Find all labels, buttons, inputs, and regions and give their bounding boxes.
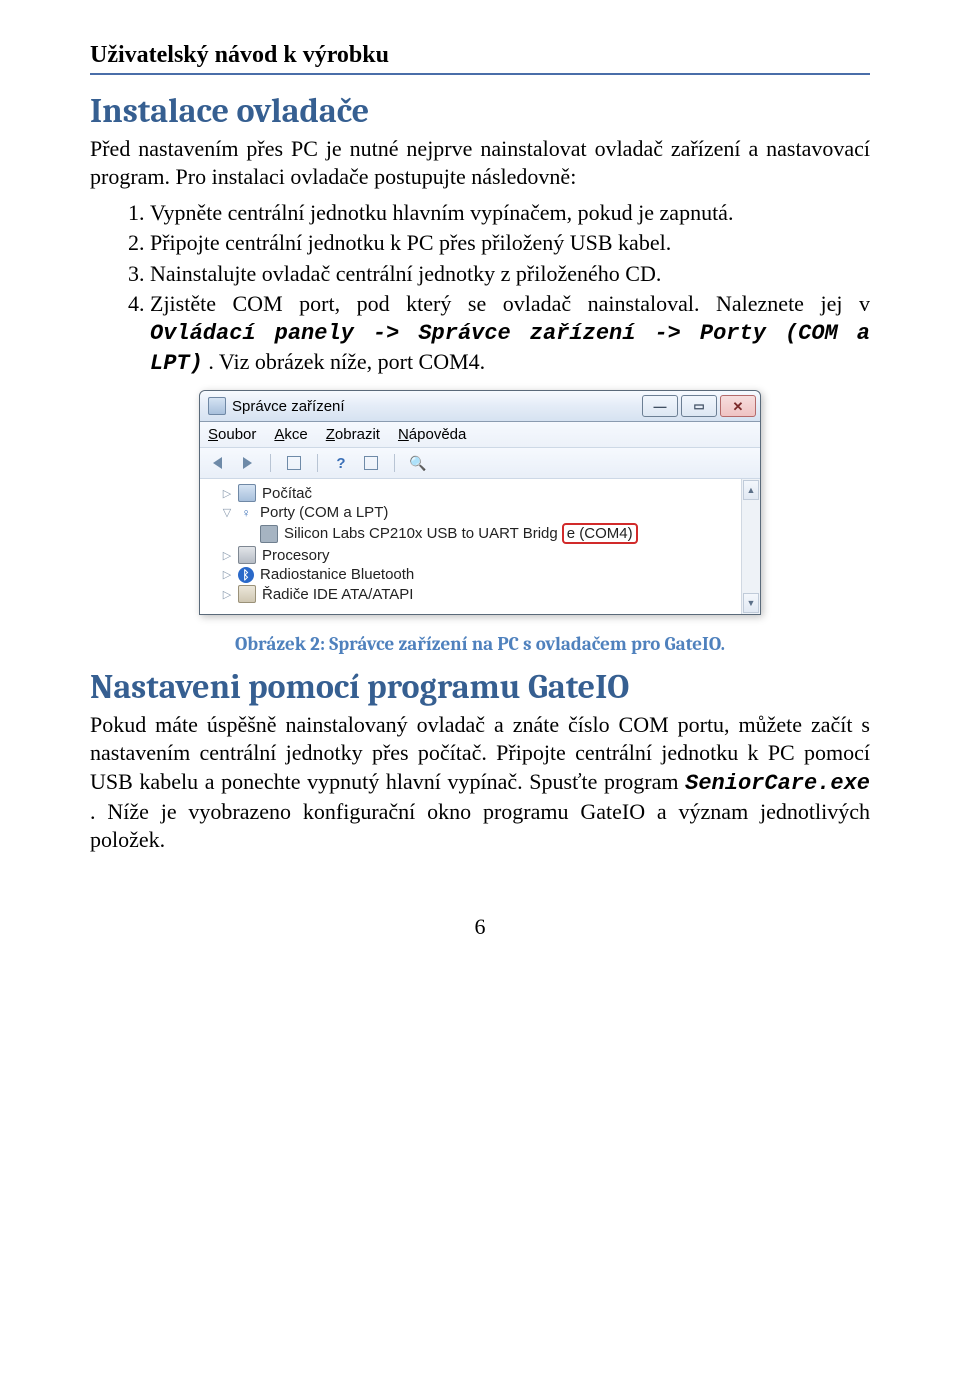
expand-icon[interactable]: ▷ — [222, 487, 232, 500]
scrollbar[interactable]: ▲ ▼ — [741, 479, 760, 614]
intro-paragraph: Před nastavením přes PC je nutné nejprve… — [90, 135, 870, 191]
tree-label: Procesory — [262, 547, 330, 564]
section-title-gateio: Nastaveni pomocí programu GateIO — [90, 667, 870, 707]
step-1: Vypněte centrální jednotku hlavním vypín… — [150, 199, 870, 227]
tree-label: Silicon Labs CP210x USB to UART Bridg — [284, 525, 558, 542]
scroll-up-button[interactable]: ▲ — [743, 480, 759, 500]
toolbar-separator — [270, 454, 271, 472]
computer-icon — [238, 484, 256, 502]
menubar: Soubor Akce Zobrazit Nápověda — [200, 422, 760, 448]
gateio-paragraph: Pokud máte úspěšně nainstalovaný ovladač… — [90, 711, 870, 854]
close-button[interactable]: ✕ — [720, 395, 756, 417]
expand-icon[interactable]: ▽ — [222, 506, 232, 519]
chip-icon — [260, 525, 278, 543]
tree-node-bluetooth[interactable]: ▷ ᛒ Radiostanice Bluetooth — [222, 565, 756, 584]
tree-node-usb-uart[interactable]: Silicon Labs CP210x USB to UART Bridge (… — [222, 522, 756, 545]
step-4: Zjistěte COM port, pod který se ovladač … — [150, 290, 870, 378]
maximize-button[interactable]: ▭ — [681, 395, 717, 417]
gateio-text-b: . Níže je vyobrazeno konfigurační okno p… — [90, 799, 870, 852]
minimize-button[interactable]: — — [642, 395, 678, 417]
toolbar: ? 🔍 — [200, 448, 760, 479]
bluetooth-icon: ᛒ — [238, 567, 254, 583]
cpu-icon — [238, 546, 256, 564]
section-title-install: Instalace ovladače — [90, 91, 870, 131]
step-3: Nainstalujte ovladač centrální jednotky … — [150, 260, 870, 288]
titlebar: Správce zařízení — ▭ ✕ — [200, 391, 760, 422]
step-4-lead: Zjistěte COM port, pod který se ovladač … — [150, 291, 870, 316]
device-manager-window: Správce zařízení — ▭ ✕ Soubor Akce Zobra… — [199, 390, 761, 615]
doc-header: Uživatelský návod k výrobku — [90, 42, 870, 75]
app-icon — [208, 397, 226, 415]
step-4-tail: . Viz obrázek níže, port COM4. — [208, 349, 485, 374]
toolbar-separator — [317, 454, 318, 472]
tree-label: Počítač — [262, 485, 312, 502]
toolbar-separator — [394, 454, 395, 472]
grid2-icon[interactable] — [362, 454, 380, 472]
expand-icon[interactable]: ▷ — [222, 588, 232, 601]
tree-node-pc[interactable]: ▷ Počítač — [222, 483, 756, 503]
device-tree: ▷ Počítač ▽ ♀ Porty (COM a LPT) Silicon … — [200, 479, 760, 614]
grid-icon[interactable] — [285, 454, 303, 472]
tree-label: Radiostanice Bluetooth — [260, 566, 414, 583]
figure-caption: Obrázek 2: Správce zařízení na PC s ovla… — [90, 633, 870, 655]
step-2: Připojte centrální jednotku k PC přes př… — [150, 229, 870, 257]
gateio-exe: SeniorCare.exe — [685, 771, 870, 796]
menu-view[interactable]: Zobrazit — [326, 426, 380, 443]
search-icon[interactable]: 🔍 — [409, 454, 427, 472]
expand-icon[interactable]: ▷ — [222, 549, 232, 562]
tree-node-ide[interactable]: ▷ Řadiče IDE ATA/ATAPI — [222, 584, 756, 604]
menu-help[interactable]: Nápověda — [398, 426, 466, 443]
tree-label: Porty (COM a LPT) — [260, 504, 388, 521]
com4-highlight: e (COM4) — [562, 523, 638, 544]
help-icon[interactable]: ? — [332, 454, 350, 472]
tree-node-cpu[interactable]: ▷ Procesory — [222, 545, 756, 565]
drive-icon — [238, 585, 256, 603]
menu-file[interactable]: Soubor — [208, 426, 256, 443]
port-icon: ♀ — [238, 505, 254, 521]
scroll-down-button[interactable]: ▼ — [743, 593, 759, 613]
forward-icon[interactable] — [238, 454, 256, 472]
expand-icon[interactable]: ▷ — [222, 568, 232, 581]
tree-node-ports[interactable]: ▽ ♀ Porty (COM a LPT) — [222, 503, 756, 522]
menu-action[interactable]: Akce — [274, 426, 307, 443]
back-icon[interactable] — [208, 454, 226, 472]
window-title: Správce zařízení — [232, 398, 642, 415]
page-number: 6 — [90, 914, 870, 940]
tree-label: Řadiče IDE ATA/ATAPI — [262, 586, 413, 603]
